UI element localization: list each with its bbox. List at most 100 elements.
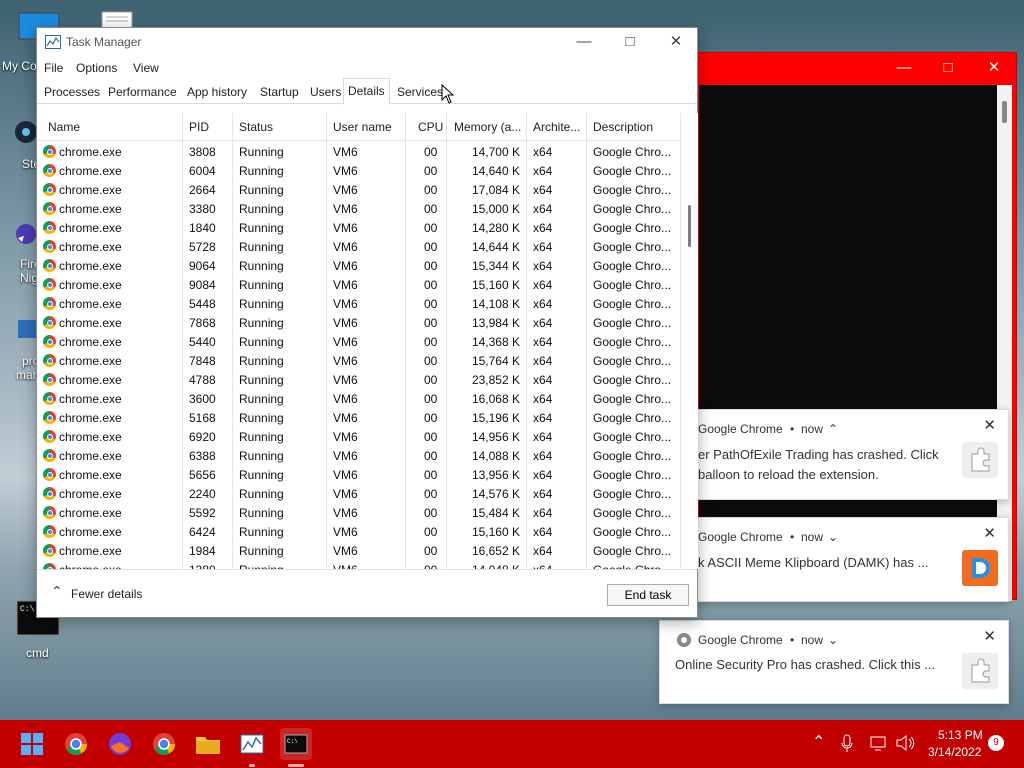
tab-processes[interactable]: Processes [40, 80, 104, 104]
notification-toast[interactable]: Google Chrome • now ⌄ ✕ k ASCII Meme Kli… [659, 517, 1009, 602]
table-row[interactable]: chrome.exe 2240 Running VM6 00 14,576 K x64 Goo… [37, 484, 681, 503]
table-cell: Running [239, 145, 284, 159]
table-row[interactable]: chrome.exe 5448 Running VM6 00 14,108 K x64 Goo… [37, 294, 681, 313]
firefox-icon[interactable] [104, 728, 136, 760]
table-row[interactable]: chrome.exe 6424 Running VM6 00 15,160 K x64 Goo… [37, 522, 681, 541]
table-row[interactable]: chrome.exe 4788 Running VM6 00 23,852 K x64 Goo… [37, 370, 681, 389]
column-header-status[interactable]: Status [239, 120, 273, 134]
notification-toast[interactable]: Google Chrome • now ⌃ ✕ er PathOfExile T… [659, 409, 1009, 500]
table-cell: Running [239, 449, 284, 463]
table-row[interactable]: chrome.exe 7848 Running VM6 00 15,764 K x64 Goo… [37, 351, 681, 370]
column-header-architecture[interactable]: Archite... [533, 120, 580, 134]
chevron-down-icon[interactable]: ⌄ [828, 633, 838, 647]
tab-users[interactable]: Users [306, 80, 345, 104]
microphone-icon[interactable] [840, 734, 854, 754]
close-icon[interactable]: ✕ [979, 58, 1009, 78]
table-row[interactable]: chrome.exe 6004 Running VM6 00 14,640 K x64 Goo… [37, 161, 681, 180]
clock-time[interactable]: 5:13 PM [938, 728, 983, 742]
fewer-details-link[interactable]: Fewer details [71, 587, 142, 601]
close-icon[interactable]: ✕ [983, 524, 996, 542]
table-row[interactable]: chrome.exe 9064 Running VM6 00 15,344 K x64 Goo… [37, 256, 681, 275]
table-cell: Google Chro... [593, 259, 672, 273]
column-header-cpu[interactable]: CPU [418, 120, 443, 134]
table-cell: 6920 [189, 430, 216, 444]
active-indicator [288, 764, 304, 767]
windows-start-icon[interactable] [16, 728, 48, 760]
column-header-description[interactable]: Description [593, 120, 653, 134]
network-icon[interactable] [870, 734, 888, 752]
chrome-icon [677, 633, 691, 647]
table-row[interactable]: chrome.exe 6388 Running VM6 00 14,088 K x64 Goo… [37, 446, 681, 465]
table-row[interactable]: chrome.exe 6920 Running VM6 00 14,956 K x64 Goo… [37, 427, 681, 446]
table-row[interactable]: chrome.exe 3600 Running VM6 00 16,068 K x64 Goo… [37, 389, 681, 408]
table-cell: 5440 [189, 335, 216, 349]
task-manager-window[interactable]: Task Manager — □ ✕ File Options View Pro… [36, 27, 698, 618]
maximize-icon[interactable]: □ [615, 32, 645, 52]
terminal-icon[interactable]: C:\ [280, 728, 312, 760]
table-row[interactable]: chrome.exe1380RunningVM60014,048 Kx64Goo… [37, 560, 681, 569]
end-task-button[interactable]: End task [607, 584, 689, 606]
notification-badge[interactable]: 9 [988, 735, 1004, 751]
column-header-name[interactable]: Name [48, 120, 80, 134]
table-row[interactable]: chrome.exe 5728 Running VM6 00 14,644 K x64 Goo… [37, 237, 681, 256]
chevron-up-icon[interactable]: ⌃ [812, 732, 825, 752]
column-header-memory[interactable]: Memory (a... [454, 120, 521, 134]
close-icon[interactable]: ✕ [983, 416, 996, 434]
chrome-icon[interactable] [60, 728, 92, 760]
table-row[interactable]: chrome.exe 3808 Running VM6 00 14,700 K x64 Goo… [37, 142, 681, 161]
details-table[interactable]: Name ⌃ PID Status User name CPU Memory (… [37, 113, 681, 569]
clock-date[interactable]: 3/14/2022 [928, 745, 981, 759]
menu-options[interactable]: Options [76, 61, 117, 75]
table-cell: chrome.exe [59, 468, 122, 482]
table-row[interactable]: chrome.exe 2664 Running VM6 00 17,084 K x64 Goo… [37, 180, 681, 199]
table-cell: Running [239, 240, 284, 254]
table-cell: 5656 [189, 468, 216, 482]
tab-app-history[interactable]: App history [183, 80, 251, 104]
file-explorer-icon[interactable] [192, 728, 224, 760]
notification-message-line: er PathOfExile Trading has crashed. Clic… [698, 447, 939, 462]
minimize-icon[interactable]: — [569, 32, 599, 52]
table-row[interactable]: chrome.exe 5592 Running VM6 00 15,484 K x64 Goo… [37, 503, 681, 522]
close-icon[interactable]: ✕ [661, 32, 691, 52]
chevron-up-icon[interactable]: ⌃ [51, 583, 63, 600]
close-icon[interactable]: ✕ [983, 627, 996, 645]
volume-icon[interactable] [895, 734, 915, 752]
menu-view[interactable]: View [133, 61, 159, 75]
table-cell: x64 [533, 430, 553, 444]
notification-message-line: k ASCII Meme Klipboard (DAMK) has ... [698, 555, 929, 570]
table-cell: Running [239, 354, 284, 368]
extension-puzzle-icon [962, 442, 998, 478]
table-row[interactable]: chrome.exe 3380 Running VM6 00 15,000 K x64 Goo… [37, 199, 681, 218]
minimize-icon[interactable]: — [889, 58, 919, 78]
chevron-up-icon[interactable]: ⌃ [828, 422, 838, 436]
table-row[interactable]: chrome.exe 5168 Running VM6 00 15,196 K x64 Goo… [37, 408, 681, 427]
table-row[interactable]: chrome.exe 1840 Running VM6 00 14,280 K x64 Goo… [37, 218, 681, 237]
table-row[interactable]: chrome.exe 1984 Running VM6 00 16,652 K x64 Goo… [37, 541, 681, 560]
chrome-icon [43, 335, 56, 348]
scrollbar-thumb[interactable] [688, 205, 691, 247]
table-row[interactable]: chrome.exe 5656 Running VM6 00 13,956 K x64 Goo… [37, 465, 681, 484]
table-cell: 5448 [189, 297, 216, 311]
menu-file[interactable]: File [44, 61, 63, 75]
table-row[interactable]: chrome.exe 7868 Running VM6 00 13,984 K x64 Goo… [37, 313, 681, 332]
tab-services[interactable]: Services [393, 80, 447, 104]
tab-details[interactable]: Details [343, 78, 390, 105]
maximize-icon[interactable]: □ [933, 58, 963, 78]
table-scrollbar[interactable] [681, 113, 698, 569]
notification-toast[interactable]: Google Chrome • now ⌄ ✕ Online Security … [659, 620, 1009, 704]
table-cell: VM6 [333, 164, 358, 178]
table-cell: chrome.exe [59, 297, 122, 311]
scrollbar-thumb[interactable] [1002, 101, 1007, 123]
tab-startup[interactable]: Startup [256, 80, 303, 104]
table-cell: 2664 [189, 183, 216, 197]
column-header-user-name[interactable]: User name [333, 120, 392, 134]
chrome-icon[interactable] [148, 728, 180, 760]
tab-performance[interactable]: Performance [104, 80, 181, 104]
chevron-down-icon[interactable]: ⌄ [828, 530, 838, 544]
console-title-bar[interactable]: — □ ✕ [685, 53, 1016, 83]
column-header-pid[interactable]: PID [189, 120, 209, 134]
table-row[interactable]: chrome.exe 5440 Running VM6 00 14,368 K x64 Goo… [37, 332, 681, 351]
chrome-icon [43, 221, 56, 234]
table-row[interactable]: chrome.exe 9084 Running VM6 00 15,160 K x64 Goo… [37, 275, 681, 294]
task-manager-icon[interactable] [236, 728, 268, 760]
